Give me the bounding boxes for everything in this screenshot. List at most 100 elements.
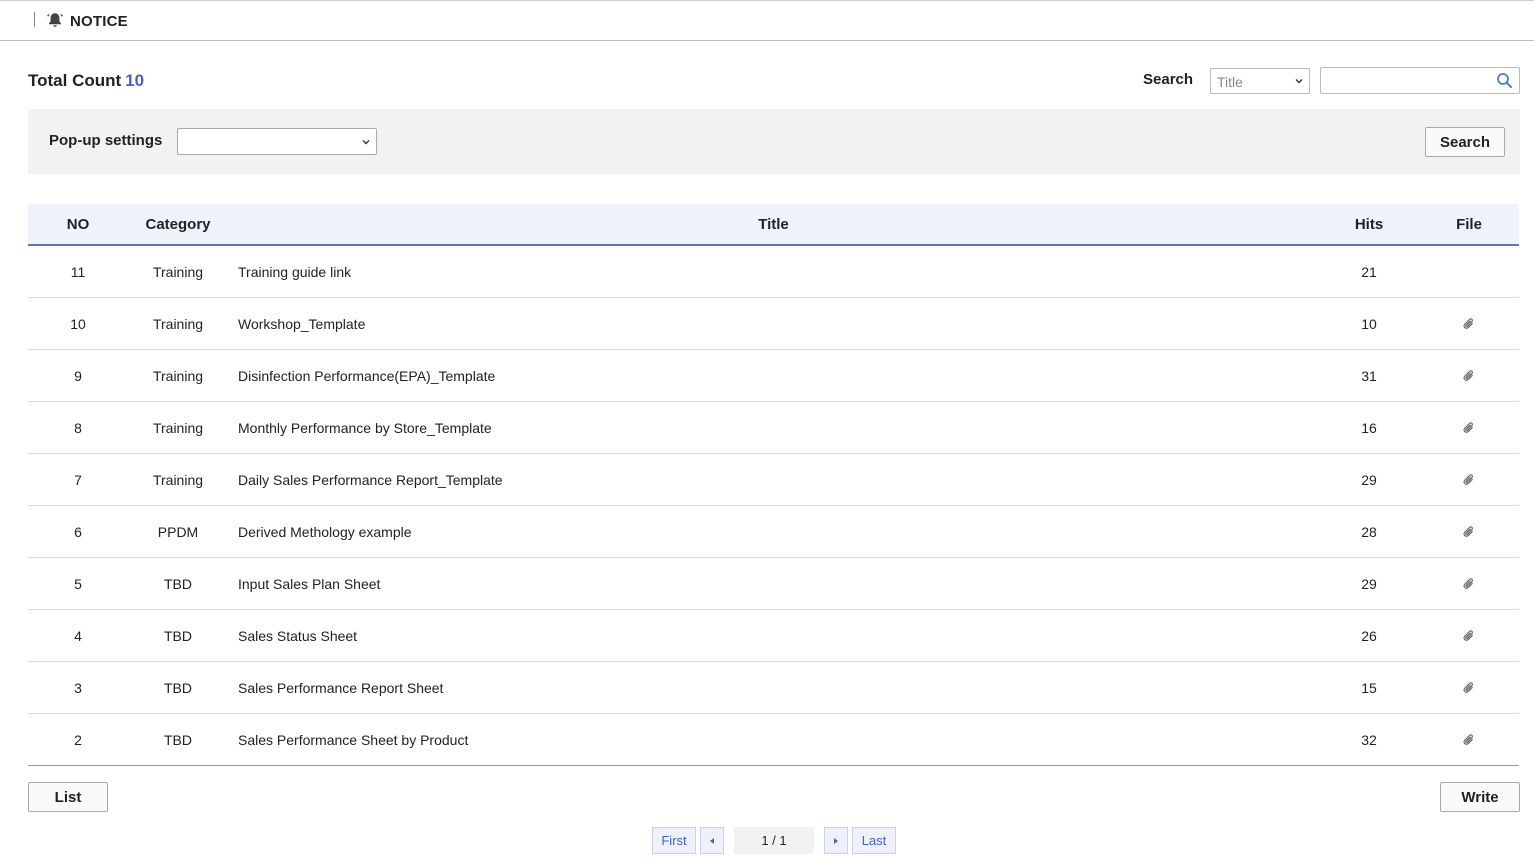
chevron-down-icon	[362, 140, 370, 145]
row-no: 7	[74, 471, 82, 488]
row-file	[1419, 680, 1519, 696]
column-header-hits[interactable]: Hits	[1319, 216, 1419, 233]
row-file	[1419, 316, 1519, 332]
paperclip-icon[interactable]	[1461, 732, 1477, 748]
row-hits: 29	[1361, 471, 1377, 488]
paperclip-icon[interactable]	[1461, 368, 1477, 384]
row-title-link[interactable]: Input Sales Plan Sheet	[228, 576, 1319, 592]
row-file	[1419, 524, 1519, 540]
divider	[34, 12, 35, 27]
popup-settings-select[interactable]	[177, 128, 377, 155]
column-header-no[interactable]: NO	[28, 216, 128, 233]
row-file	[1419, 732, 1519, 748]
search-input[interactable]	[1320, 67, 1520, 94]
table-row[interactable]: 11 Training Training guide link 21	[28, 246, 1519, 298]
table-row[interactable]: 2 TBD Sales Performance Sheet by Product 32	[28, 714, 1519, 766]
search-field-select-value: Title	[1217, 74, 1243, 90]
row-category: PPDM	[157, 523, 199, 540]
row-title-link[interactable]: Disinfection Performance(EPA)_Template	[228, 368, 1319, 384]
table-row[interactable]: 9 Training Disinfection Performance(EPA)_T…	[28, 350, 1519, 402]
paperclip-icon[interactable]	[1461, 576, 1477, 592]
row-title-link[interactable]: Sales Performance Sheet by Product	[228, 732, 1319, 748]
column-header-title[interactable]: Title	[228, 216, 1319, 233]
row-title-link[interactable]: Derived Methology example	[228, 524, 1319, 540]
row-category: Training	[152, 315, 204, 332]
column-header-category[interactable]: Category	[128, 216, 228, 233]
row-title-link[interactable]: Sales Status Sheet	[228, 628, 1319, 644]
row-hits: 26	[1361, 627, 1377, 644]
page-indicator: 1 / 1	[734, 827, 814, 854]
row-title-link[interactable]: Sales Performance Report Sheet	[228, 680, 1319, 696]
search-field-select[interactable]: Title	[1210, 68, 1310, 94]
paperclip-icon[interactable]	[1461, 680, 1477, 696]
row-file	[1419, 628, 1519, 644]
table-row[interactable]: 7 Training Daily Sales Performance Report_…	[28, 454, 1519, 506]
row-no: 9	[74, 367, 82, 384]
table-header: NO Category Title Hits File	[28, 204, 1519, 246]
search-icon[interactable]	[1496, 72, 1513, 89]
row-title-link[interactable]: Monthly Performance by Store_Template	[228, 420, 1319, 436]
table-row[interactable]: 4 TBD Sales Status Sheet 26	[28, 610, 1519, 662]
row-hits: 15	[1361, 679, 1377, 696]
total-count: Total Count 10	[28, 71, 144, 91]
row-category: TBD	[164, 679, 192, 696]
row-hits: 31	[1361, 367, 1377, 384]
column-header-file[interactable]: File	[1419, 216, 1519, 233]
page-first-button[interactable]: First	[652, 827, 696, 854]
popup-settings-label: Pop-up settings	[49, 132, 163, 149]
row-category: TBD	[164, 575, 192, 592]
row-no: 4	[74, 627, 82, 644]
row-file	[1419, 368, 1519, 384]
row-no: 10	[70, 315, 86, 332]
page-next-button[interactable]	[824, 827, 848, 854]
row-hits: 32	[1361, 731, 1377, 748]
write-button[interactable]: Write	[1440, 782, 1520, 812]
row-title-link[interactable]: Training guide link	[228, 264, 1319, 280]
page-last-button[interactable]: Last	[852, 827, 896, 854]
row-category: Training	[152, 471, 204, 488]
row-hits: 29	[1361, 575, 1377, 592]
row-no: 2	[74, 731, 82, 748]
paperclip-icon[interactable]	[1461, 420, 1477, 436]
row-title-link[interactable]: Workshop_Template	[228, 316, 1319, 332]
table-row[interactable]: 3 TBD Sales Performance Report Sheet 15	[28, 662, 1519, 714]
row-hits: 16	[1361, 419, 1377, 436]
chevron-right-icon	[834, 837, 838, 844]
table-row[interactable]: 8 Training Monthly Performance by Store_Te…	[28, 402, 1519, 454]
row-file	[1419, 472, 1519, 488]
chevron-left-icon	[710, 837, 714, 844]
list-button[interactable]: List	[28, 782, 108, 812]
row-no: 3	[74, 679, 82, 696]
search-button[interactable]: Search	[1425, 127, 1505, 157]
table-body: 11 Training Training guide link 21 10 Trainin…	[28, 246, 1519, 766]
paperclip-icon[interactable]	[1461, 524, 1477, 540]
search-label: Search	[1143, 71, 1194, 88]
row-hits: 21	[1361, 263, 1377, 280]
paperclip-icon[interactable]	[1461, 316, 1477, 332]
notice-table: NO Category Title Hits File 11 Training Tr…	[28, 204, 1519, 766]
row-category: Training	[152, 419, 204, 436]
total-count-value: 10	[125, 71, 145, 90]
table-row[interactable]: 5 TBD Input Sales Plan Sheet 29	[28, 558, 1519, 610]
row-no: 8	[74, 419, 82, 436]
row-category: Training	[152, 367, 204, 384]
row-file	[1419, 576, 1519, 592]
page-title: NOTICE	[70, 13, 128, 30]
row-title-link[interactable]: Daily Sales Performance Report_Template	[228, 472, 1319, 488]
row-hits: 10	[1361, 315, 1377, 332]
bell-icon	[47, 13, 63, 27]
row-category: Training	[152, 263, 204, 280]
row-category: TBD	[164, 731, 192, 748]
chevron-down-icon	[1295, 79, 1303, 84]
row-hits: 28	[1361, 523, 1377, 540]
row-file	[1419, 420, 1519, 436]
top-bar: NOTICE	[0, 0, 1534, 41]
row-category: TBD	[164, 627, 192, 644]
total-count-label: Total Count	[28, 71, 122, 90]
page-prev-button[interactable]	[700, 827, 724, 854]
filter-bar: Pop-up settings Search	[28, 109, 1520, 174]
table-row[interactable]: 6 PPDM Derived Methology example 28	[28, 506, 1519, 558]
table-row[interactable]: 10 Training Workshop_Template 10	[28, 298, 1519, 350]
paperclip-icon[interactable]	[1461, 472, 1477, 488]
paperclip-icon[interactable]	[1461, 628, 1477, 644]
